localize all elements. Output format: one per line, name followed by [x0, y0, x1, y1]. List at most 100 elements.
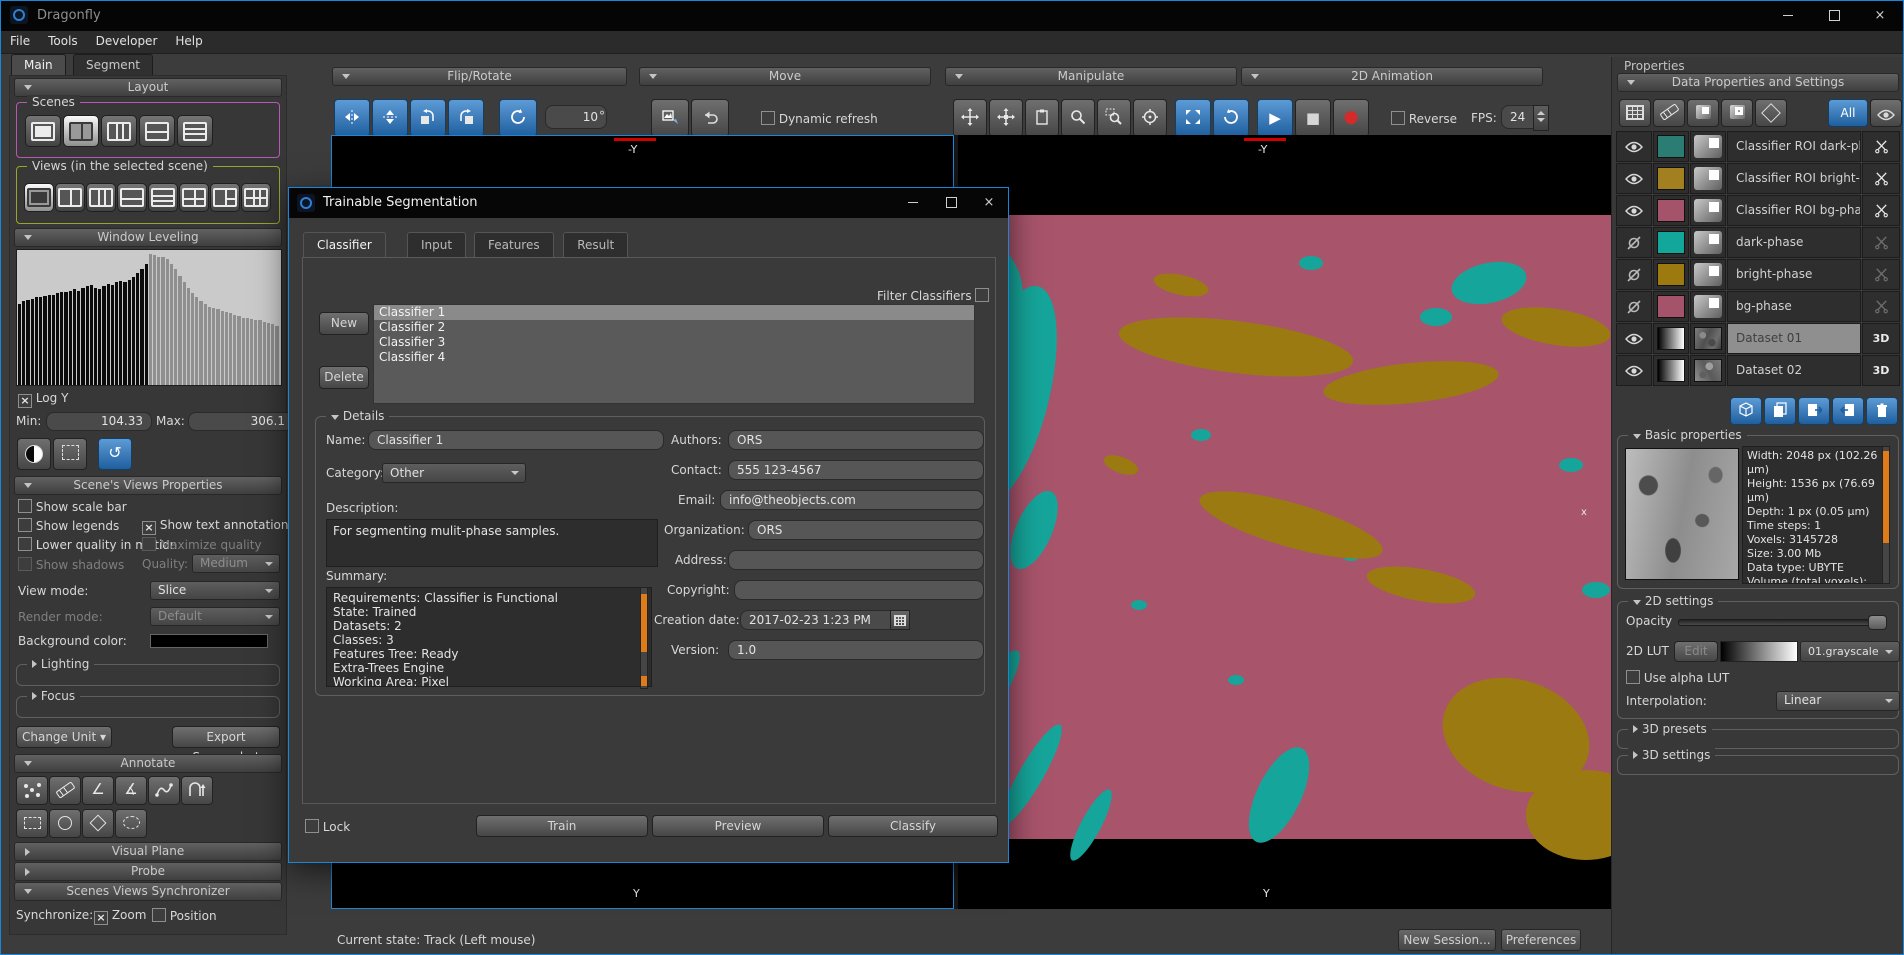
tab-segment[interactable]: Segment: [73, 54, 153, 76]
eye-off-icon[interactable]: [1616, 227, 1652, 258]
dynamic-refresh-checkbox[interactable]: Dynamic refresh: [761, 111, 878, 126]
layout-3-rows-button[interactable]: [177, 115, 213, 147]
show-all-button[interactable]: All: [1828, 99, 1868, 127]
data-item-label[interactable]: dark-phase: [1727, 227, 1861, 258]
classifier-row[interactable]: Classifier 4: [374, 350, 974, 365]
ellipse-annotation-icon[interactable]: [49, 809, 81, 838]
flip-horizontal-button[interactable]: [334, 99, 370, 137]
translate-button[interactable]: [953, 99, 987, 137]
show-scale-bar-checkbox[interactable]: Show scale bar: [18, 499, 127, 514]
data-properties-header[interactable]: Data Properties and Settings: [1617, 73, 1899, 92]
classifier-list[interactable]: Classifier 1Classifier 2Classifier 3Clas…: [373, 304, 975, 404]
visual-plane-header[interactable]: Visual Plane: [14, 842, 282, 861]
classifier-row[interactable]: Classifier 1: [374, 305, 974, 320]
scissors-icon[interactable]: [1862, 131, 1900, 162]
zoom-button[interactable]: [1061, 99, 1095, 137]
filter-classifiers-checkbox[interactable]: Filter Classifiers: [877, 288, 989, 303]
3d-badge[interactable]: 3D: [1862, 323, 1900, 354]
lut-swatch[interactable]: [1657, 327, 1685, 350]
layout-3-columns-button[interactable]: [101, 115, 137, 147]
layout-2-rows-button[interactable]: [117, 183, 147, 212]
undo-move-button[interactable]: [691, 99, 729, 137]
delete-classifier-button[interactable]: Delete: [319, 366, 369, 389]
organization-input[interactable]: ORS: [748, 520, 984, 540]
data-item-label[interactable]: bg-phase: [1727, 291, 1861, 322]
roi-color-swatch[interactable]: [1657, 295, 1685, 318]
opacity-slider-handle[interactable]: [1868, 615, 1887, 630]
minimize-button[interactable]: [1765, 1, 1811, 31]
interpolation-dropdown[interactable]: Linear: [1776, 691, 1900, 711]
angle-icon[interactable]: ∠: [82, 776, 114, 805]
data-list-item[interactable]: bright-phase: [1616, 259, 1900, 290]
lighting-group[interactable]: Lighting: [16, 664, 280, 686]
layout-single-button[interactable]: [25, 115, 61, 147]
email-input[interactable]: info@theobjects.com: [720, 490, 984, 510]
data-item-label[interactable]: Classifier ROI bright-phase: [1727, 163, 1861, 194]
center-target-button[interactable]: [1133, 99, 1167, 137]
change-unit-button[interactable]: Change Unit ▾: [16, 726, 112, 748]
fps-stepper[interactable]: [1533, 105, 1549, 131]
maximize-button[interactable]: [1811, 1, 1857, 31]
show-shadows-checkbox[interactable]: Show shadows: [18, 557, 124, 572]
category-dropdown[interactable]: Other: [382, 463, 526, 483]
reset-leveling-button[interactable]: ↺: [98, 438, 132, 470]
fit-to-view-button[interactable]: [1175, 99, 1211, 137]
authors-input[interactable]: ORS: [728, 430, 984, 450]
pan-image-button[interactable]: [651, 99, 689, 137]
contact-input[interactable]: 555 123-4567: [728, 460, 984, 480]
manipulate-header[interactable]: Manipulate: [945, 67, 1237, 86]
dialog-tab-features[interactable]: Features: [474, 232, 554, 258]
dialog-tab-input[interactable]: Input: [407, 232, 466, 258]
data-list-item[interactable]: Dataset 023D: [1616, 355, 1900, 386]
layout-3-rows-button[interactable]: [148, 183, 178, 212]
background-color-swatch[interactable]: [150, 634, 268, 648]
name-input[interactable]: Classifier 1: [368, 430, 664, 450]
calendar-icon[interactable]: [890, 610, 910, 630]
eye-off-icon[interactable]: [1616, 291, 1652, 322]
basic-properties-scrollbar[interactable]: [1882, 446, 1890, 584]
reverse-checkbox[interactable]: Reverse: [1391, 111, 1457, 126]
reset-view-button[interactable]: [1213, 99, 1249, 137]
data-list-item[interactable]: Classifier ROI bright-phase: [1616, 163, 1900, 194]
3d-presets-group[interactable]: 3D presets: [1617, 729, 1899, 749]
zoom-region-button[interactable]: [1097, 99, 1131, 137]
roi-color-swatch[interactable]: [1657, 167, 1685, 190]
data-item-label[interactable]: Dataset 02: [1727, 355, 1861, 386]
angle-3point-icon[interactable]: ∡: [115, 776, 147, 805]
3d-badge[interactable]: 3D: [1862, 355, 1900, 386]
rotate-ccw-button[interactable]: [410, 99, 446, 137]
flip-vertical-button[interactable]: [372, 99, 408, 137]
rotate-cw-button[interactable]: [448, 99, 484, 137]
translate-all-button[interactable]: [989, 99, 1023, 137]
description-textarea[interactable]: For segmenting mulit-phase samples.: [326, 519, 658, 567]
layout-1-left-2-right-button[interactable]: [210, 183, 240, 212]
scissors-icon[interactable]: [1862, 291, 1900, 322]
data-item-label[interactable]: bright-phase: [1727, 259, 1861, 290]
path-ruler-icon[interactable]: [148, 776, 180, 805]
clipboard-button[interactable]: [1025, 99, 1059, 137]
cube-button[interactable]: [1730, 397, 1762, 425]
preview-button[interactable]: Preview: [652, 815, 824, 837]
new-classifier-button[interactable]: New: [319, 312, 369, 335]
render-mode-dropdown[interactable]: Default: [150, 607, 280, 626]
3d-settings-group[interactable]: 3D settings: [1617, 755, 1899, 775]
tab-main[interactable]: Main: [11, 54, 66, 76]
creation-date-input[interactable]: 2017-02-23 1:23 PM: [740, 610, 902, 630]
export-screenshot-button[interactable]: Export Screenshot: [172, 726, 280, 748]
edit-lut-button[interactable]: Edit: [1674, 641, 1718, 662]
roi-shape-button[interactable]: [1687, 99, 1719, 127]
classifier-row[interactable]: Classifier 2: [374, 320, 974, 335]
dialog-close-button[interactable]: ×: [970, 188, 1008, 218]
roi-color-swatch[interactable]: [1657, 135, 1685, 158]
layout-2-columns-button[interactable]: [55, 183, 85, 212]
ruler-button[interactable]: [1653, 99, 1685, 127]
rotation-angle-input[interactable]: 10: [545, 105, 607, 129]
eye-icon[interactable]: [1616, 323, 1652, 354]
data-item-label[interactable]: Classifier ROI dark-phase: [1727, 131, 1861, 162]
data-item-label[interactable]: Classifier ROI bg-phase: [1727, 195, 1861, 226]
visibility-toggle-button[interactable]: [1870, 99, 1902, 127]
menu-tools[interactable]: Tools: [39, 31, 87, 51]
window-leveling-header[interactable]: Window Leveling: [14, 228, 282, 247]
menu-developer[interactable]: Developer: [87, 31, 167, 51]
scenes-views-synchronizer-header[interactable]: Scenes Views Synchronizer: [14, 882, 282, 901]
